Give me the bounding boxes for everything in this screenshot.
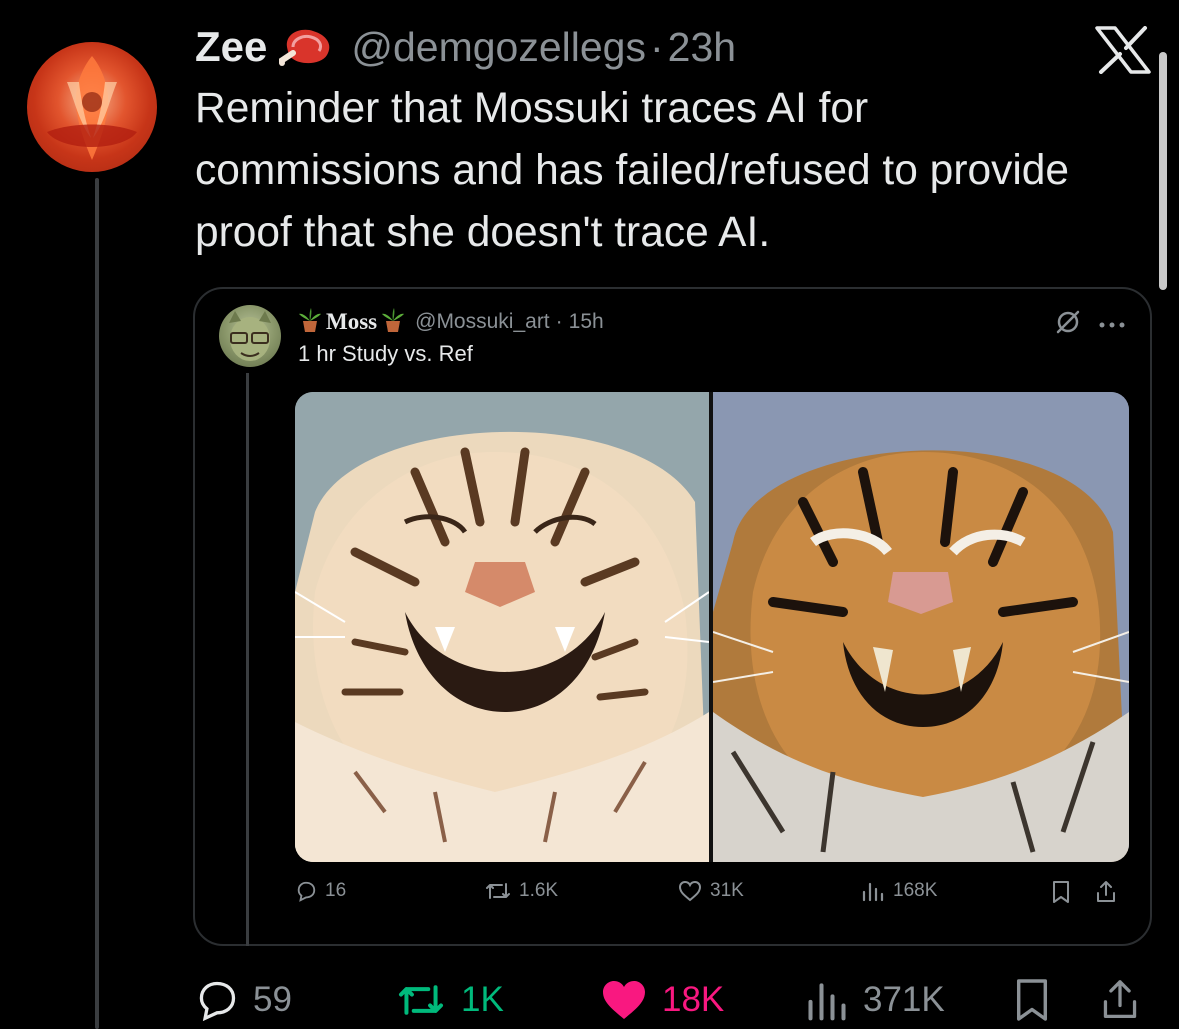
quoted-author-handle[interactable]: @Mossuki_art: [415, 310, 550, 334]
share-button[interactable]: [1100, 975, 1154, 1025]
tiger-drawing-study[interactable]: [295, 392, 710, 862]
bookmark-button[interactable]: [1013, 975, 1065, 1025]
potted-plant-icon: [298, 307, 322, 338]
more-options-icon[interactable]: [1098, 305, 1126, 336]
tweet-text: Reminder that Mossuki traces AI for comm…: [195, 85, 1070, 256]
views-button[interactable]: 371K: [805, 975, 945, 1025]
repost-icon: [486, 883, 510, 899]
quoted-separator-dot: ·: [555, 310, 563, 333]
bookmark-icon: [1016, 979, 1048, 1021]
reply-icon: [199, 981, 236, 1022]
repost-button[interactable]: 1K: [395, 975, 504, 1025]
quoted-media[interactable]: [295, 392, 1129, 862]
tweet-time[interactable]: 23h: [668, 24, 736, 71]
quoted-author-avatar[interactable]: [219, 305, 281, 367]
quoted-views-button[interactable]: 168K: [861, 880, 937, 902]
heart-filled-icon: [603, 981, 645, 1019]
reply-count: 59: [253, 980, 292, 1019]
bookmark-icon: [1053, 881, 1069, 903]
author-handle[interactable]: @demgozellegs: [351, 24, 646, 71]
reply-icon: [297, 881, 316, 902]
like-button[interactable]: 18K: [600, 975, 724, 1025]
view-count: 371K: [863, 980, 945, 1019]
potted-plant-icon: [381, 307, 405, 338]
share-icon: [1103, 980, 1137, 1018]
grok-icon[interactable]: [1055, 309, 1081, 335]
repost-icon: [399, 985, 443, 1015]
scrollbar[interactable]: [1159, 52, 1167, 290]
x-logo-icon[interactable]: [1095, 26, 1151, 74]
repost-count: 1K: [461, 980, 504, 1019]
quoted-tweet-time[interactable]: 15h: [569, 310, 604, 334]
reply-button[interactable]: 59: [195, 975, 292, 1025]
quoted-author-name[interactable]: Moss: [326, 309, 377, 335]
quoted-thread-line: [246, 373, 249, 946]
meat-icon: [278, 23, 337, 72]
quoted-share-button[interactable]: [1095, 880, 1125, 904]
views-icon: [862, 882, 884, 902]
author-avatar[interactable]: [27, 42, 157, 172]
quoted-tweet-text: 1 hr Study vs. Ref: [298, 341, 473, 366]
quoted-repost-count: 1.6K: [519, 880, 559, 901]
author-name[interactable]: Zee: [195, 23, 267, 71]
thread-line: [95, 178, 99, 1029]
quoted-repost-button[interactable]: 1.6K: [485, 880, 558, 902]
tiger-reference-photo[interactable]: [712, 392, 1129, 862]
quoted-reply-button[interactable]: 16: [295, 880, 346, 902]
quoted-like-button[interactable]: 31K: [678, 880, 744, 902]
quoted-header: Moss @Mossuki_art · 15h: [298, 307, 604, 337]
quoted-view-count: 168K: [893, 880, 938, 901]
share-icon: [1097, 881, 1115, 902]
heart-icon: [678, 880, 702, 902]
quoted-bookmark-button[interactable]: [1051, 880, 1079, 904]
action-bar: 59 1K 18K 371K: [195, 975, 1155, 1025]
quoted-reply-count: 16: [325, 880, 347, 901]
quoted-like-count: 31K: [710, 880, 744, 901]
like-count: 18K: [662, 980, 725, 1019]
tweet-header: Zee @demgozellegs · 23h: [195, 18, 736, 76]
separator-dot: ·: [649, 23, 664, 70]
views-icon: [808, 983, 846, 1021]
quoted-action-bar: 16 1.6K 31K 168K: [295, 880, 1125, 916]
